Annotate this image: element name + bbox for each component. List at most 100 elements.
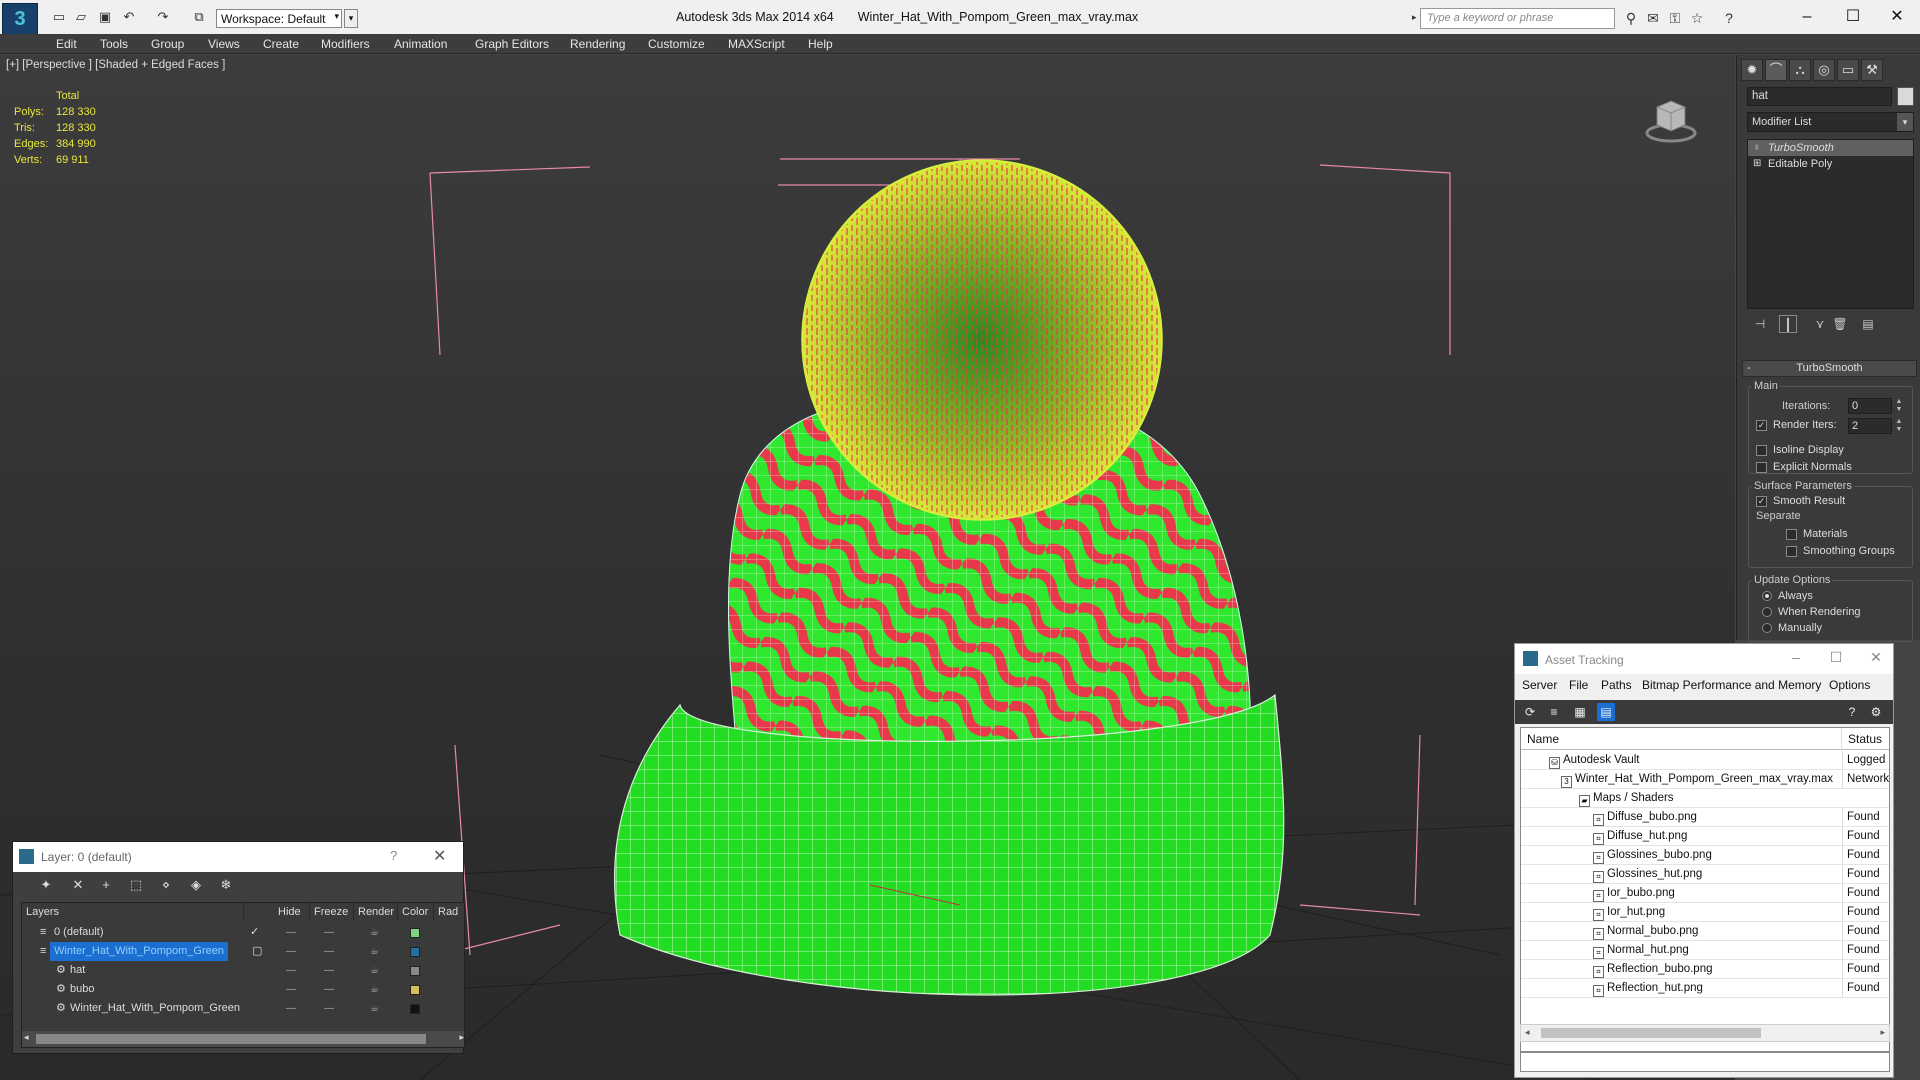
asset-path-field[interactable] <box>1520 1052 1890 1072</box>
undo-icon[interactable]: ↶ <box>120 9 138 25</box>
column-header-name[interactable]: Name <box>1521 728 1842 750</box>
asset-dialog-titlebar[interactable]: Asset Tracking – ☐ ✕ <box>1515 644 1893 674</box>
asset-row[interactable]: ⌗ Reflection_bubo.png Found <box>1521 960 1889 979</box>
checkbox-icon[interactable] <box>1786 528 1797 540</box>
menu-paths[interactable]: Paths <box>1601 678 1632 692</box>
freeze-toggle[interactable]: — <box>324 942 334 961</box>
display-tab-icon[interactable]: ▭ <box>1837 59 1859 81</box>
workspace-more-icon[interactable]: ▾ <box>344 9 358 28</box>
spinner-arrows-icon[interactable]: ▲ ▼ <box>1894 418 1904 434</box>
menu-maxscript[interactable]: MAXScript <box>728 37 785 51</box>
make-unique-icon[interactable]: ⋎ <box>1811 315 1829 333</box>
horizontal-scrollbar[interactable]: ◂ ▸ <box>1520 1024 1890 1042</box>
freeze-toggle[interactable]: — <box>324 999 334 1018</box>
communication-center-icon[interactable]: ✉ <box>1644 9 1662 27</box>
viewcube-icon[interactable] <box>1645 93 1697 145</box>
render-teapot-icon[interactable]: ☕ <box>370 923 379 942</box>
modifier-list-dropdown[interactable]: Modifier List ▾ <box>1747 112 1914 132</box>
layer-row[interactable]: ⚙ hat — — ☕ <box>22 961 464 980</box>
asset-row[interactable]: ▰ Maps / Shaders <box>1521 789 1889 808</box>
show-end-result-icon[interactable]: ┃ <box>1779 315 1797 333</box>
render-iters-row[interactable]: ✓ Render Iters: <box>1756 419 1837 431</box>
layer-name[interactable]: Winter_Hat_With_Pompom_Green <box>50 942 228 961</box>
select-objects-icon[interactable]: ⬚ <box>127 876 145 894</box>
isoline-display-row[interactable]: Isoline Display <box>1756 444 1844 456</box>
pin-stack-icon[interactable]: ⊣ <box>1751 315 1769 333</box>
search-expand-icon[interactable]: ▸ <box>1412 12 1417 23</box>
menu-modifiers[interactable]: Modifiers <box>321 37 370 51</box>
hide-toggle[interactable]: — <box>286 999 296 1018</box>
app-logo-icon[interactable]: 3 <box>2 3 38 35</box>
freeze-all-layers-icon[interactable]: ❄ <box>217 876 235 894</box>
menu-animation[interactable]: Animation <box>394 37 447 51</box>
menu-views[interactable]: Views <box>208 37 240 51</box>
render-iters-spinner[interactable]: 2 <box>1848 418 1892 434</box>
lightbulb-icon[interactable]: ♁ <box>1753 140 1761 156</box>
layer-row[interactable]: ⚙ Winter_Hat_With_Pompom_Green — — ☕ <box>22 999 464 1018</box>
scrollbar-thumb[interactable] <box>36 1034 426 1044</box>
column-header-hide[interactable]: Hide <box>274 903 310 921</box>
layer-color-swatch[interactable] <box>410 966 420 976</box>
column-header-freeze[interactable]: Freeze <box>310 903 354 921</box>
configure-modifier-sets-icon[interactable]: ▤ <box>1859 315 1877 333</box>
checkbox-icon[interactable] <box>1756 461 1767 473</box>
scroll-left-icon[interactable]: ◂ <box>24 1032 29 1043</box>
menu-bitmap-performance[interactable]: Bitmap Performance and Memory <box>1642 678 1821 692</box>
checkbox-checked-icon[interactable]: ✓ <box>1756 495 1767 507</box>
delete-layer-icon[interactable]: ✕ <box>69 876 87 894</box>
list-view-icon[interactable]: ≡ <box>1545 703 1563 721</box>
scrollbar-thumb[interactable] <box>1541 1028 1761 1038</box>
minimize-icon[interactable]: – <box>1781 649 1811 665</box>
stack-item-turbosmooth[interactable]: ♁ TurboSmooth <box>1748 140 1913 156</box>
remove-modifier-icon[interactable]: 🗑 <box>1831 315 1849 333</box>
layer-frame-icon[interactable]: ▢ <box>252 942 262 961</box>
asset-row[interactable]: ⛁Autodesk Vault Logged Out <box>1521 751 1889 770</box>
checkbox-icon[interactable] <box>1786 545 1797 557</box>
menu-rendering[interactable]: Rendering <box>570 37 625 51</box>
menu-group[interactable]: Group <box>151 37 184 51</box>
column-header-status[interactable]: Status <box>1842 728 1889 750</box>
update-when-rendering-radio[interactable]: When Rendering <box>1762 606 1861 618</box>
layer-color-swatch[interactable] <box>410 947 420 957</box>
menu-server[interactable]: Server <box>1522 678 1557 692</box>
save-file-icon[interactable]: ▣ <box>96 9 114 25</box>
highlight-layer-icon[interactable]: ⋄ <box>157 876 175 894</box>
menu-file[interactable]: File <box>1569 678 1588 692</box>
hide-toggle[interactable]: — <box>286 980 296 999</box>
checkbox-checked-icon[interactable]: ✓ <box>1756 419 1767 431</box>
asset-row[interactable]: ⌗ Ior_bubo.png Found <box>1521 884 1889 903</box>
radio-icon[interactable] <box>1762 623 1772 633</box>
menu-customize[interactable]: Customize <box>648 37 705 51</box>
favorites-star-icon[interactable]: ☆ <box>1688 9 1706 27</box>
maximize-icon[interactable]: ☐ <box>1821 649 1851 666</box>
viewport-label[interactable]: [+] [Perspective ] [Shaded + Edged Faces… <box>6 59 225 71</box>
expand-plus-icon[interactable]: ⊞ <box>1753 156 1761 172</box>
minimize-icon[interactable]: – <box>1784 4 1830 30</box>
separate-materials-row[interactable]: Materials <box>1786 528 1848 540</box>
key-icon[interactable]: ⚿ <box>1666 9 1684 27</box>
radio-icon[interactable] <box>1762 607 1772 617</box>
workspace-dropdown[interactable]: Workspace: Default ▾ <box>216 9 342 28</box>
asset-row[interactable]: ⌗ Diffuse_bubo.png Found <box>1521 808 1889 827</box>
layer-row[interactable]: ≡ Winter_Hat_With_Pompom_Green ▢ — — ☕ <box>22 942 464 961</box>
object-name[interactable]: Winter_Hat_With_Pompom_Green <box>70 999 240 1018</box>
active-layer-check-icon[interactable]: ✓ <box>250 923 259 942</box>
search-input[interactable]: Type a keyword or phrase <box>1420 8 1615 29</box>
object-name[interactable]: bubo <box>70 980 94 999</box>
update-manually-radio[interactable]: Manually <box>1762 622 1822 634</box>
menu-edit[interactable]: Edit <box>56 37 77 51</box>
motion-tab-icon[interactable]: ◎ <box>1813 59 1835 81</box>
help-icon[interactable]: ? <box>1720 9 1738 27</box>
asset-row[interactable]: ⌗ Ior_hut.png Found <box>1521 903 1889 922</box>
create-tab-icon[interactable]: ✹ <box>1741 59 1763 81</box>
asset-row[interactable]: ⌗ Glossines_bubo.png Found <box>1521 846 1889 865</box>
menu-help[interactable]: Help <box>808 37 833 51</box>
horizontal-scrollbar[interactable]: ◂ ▸ <box>22 1031 464 1047</box>
settings-icon[interactable]: ⚙ <box>1867 703 1885 721</box>
object-name[interactable]: hat <box>70 961 85 980</box>
column-header-radiosity[interactable]: Rad <box>434 903 464 921</box>
open-file-icon[interactable]: ▱ <box>72 9 90 25</box>
scroll-left-icon[interactable]: ◂ <box>1525 1027 1530 1038</box>
create-layer-icon[interactable]: ✦ <box>37 876 55 894</box>
render-teapot-icon[interactable]: ☕ <box>370 980 379 999</box>
